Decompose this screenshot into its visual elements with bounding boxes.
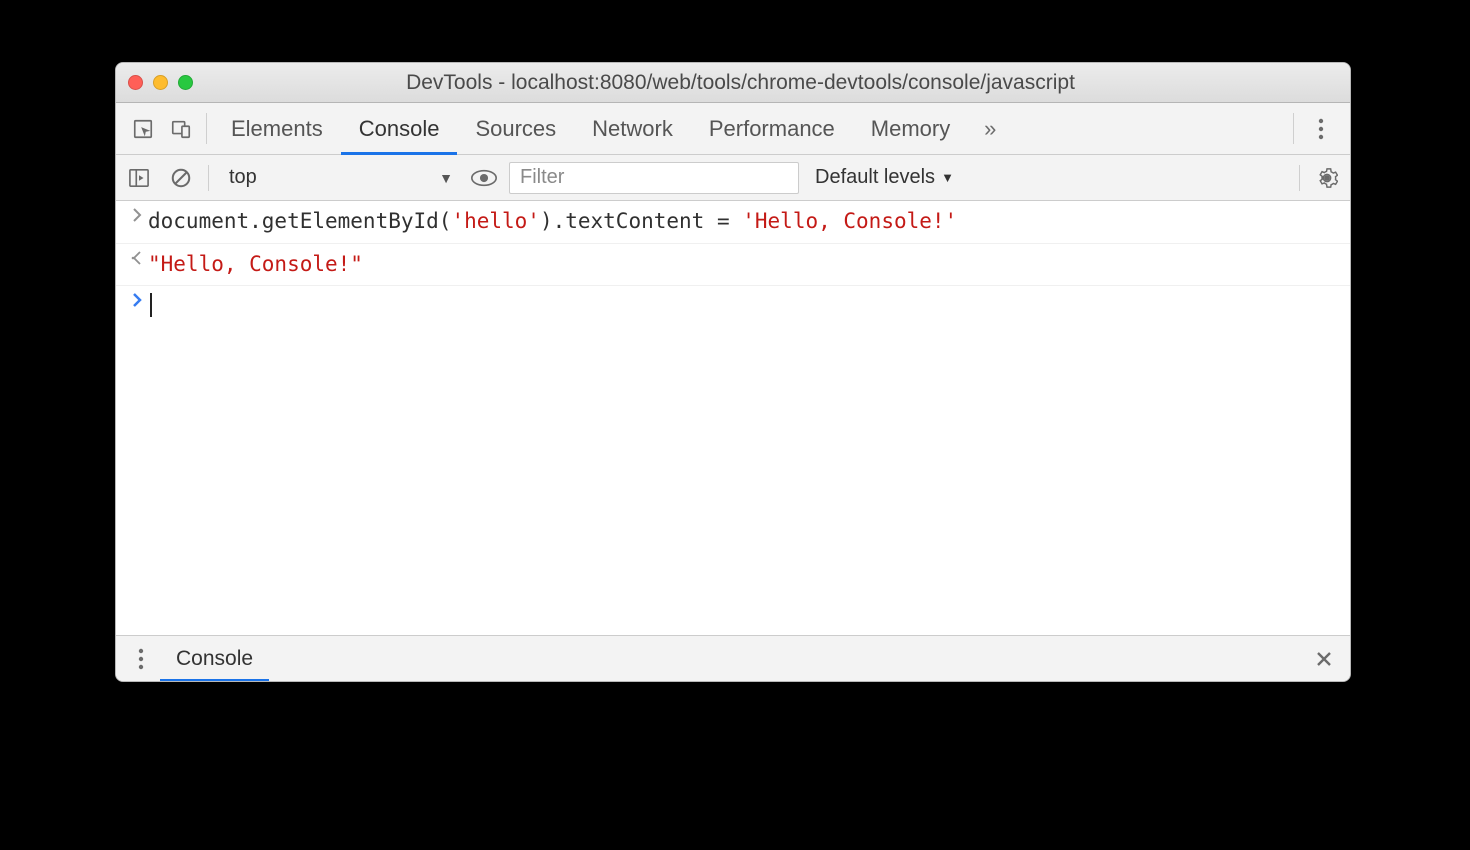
tab-label: Elements xyxy=(231,116,323,142)
tab-network[interactable]: Network xyxy=(574,103,691,154)
tab-console[interactable]: Console xyxy=(341,103,458,154)
window-titlebar: DevTools - localhost:8080/web/tools/chro… xyxy=(116,63,1350,103)
log-levels-selector[interactable]: Default levels ▼ xyxy=(807,166,962,189)
panel-tabs: Elements Console Sources Network Performance… xyxy=(213,103,968,154)
tab-label: Console xyxy=(359,116,440,142)
divider xyxy=(1293,113,1294,144)
divider xyxy=(1299,165,1300,191)
tab-elements[interactable]: Elements xyxy=(213,103,341,154)
line-content: "Hello, Console!" xyxy=(148,248,363,282)
divider xyxy=(208,165,209,191)
text-cursor xyxy=(150,293,152,317)
console-prompt[interactable] xyxy=(116,286,1350,328)
tab-label: Memory xyxy=(871,116,950,142)
inspect-element-icon[interactable] xyxy=(124,103,162,154)
drawer-tab-console[interactable]: Console xyxy=(160,636,269,681)
tab-label: Network xyxy=(592,116,673,142)
toggle-sidebar-icon[interactable] xyxy=(122,161,156,195)
tab-performance[interactable]: Performance xyxy=(691,103,853,154)
main-tabbar: Elements Console Sources Network Performance… xyxy=(116,103,1350,155)
live-expression-icon[interactable] xyxy=(467,161,501,195)
window-title: DevTools - localhost:8080/web/tools/chro… xyxy=(143,71,1338,95)
console-settings-icon[interactable] xyxy=(1310,161,1344,195)
drawer: Console xyxy=(116,635,1350,681)
more-tabs-button[interactable]: » xyxy=(968,103,1012,154)
drawer-tab-label: Console xyxy=(176,647,253,671)
tab-label: Performance xyxy=(709,116,835,142)
tab-memory[interactable]: Memory xyxy=(853,103,968,154)
toggle-device-toolbar-icon[interactable] xyxy=(162,103,200,154)
tab-sources[interactable]: Sources xyxy=(457,103,574,154)
tab-label: Sources xyxy=(475,116,556,142)
filter-input[interactable] xyxy=(509,162,799,194)
chevron-down-icon: ▼ xyxy=(439,170,453,186)
drawer-close-button[interactable] xyxy=(1304,650,1344,668)
devtools-window: DevTools - localhost:8080/web/tools/chro… xyxy=(115,62,1351,682)
levels-label: Default levels xyxy=(815,166,935,189)
context-label: top xyxy=(229,166,257,189)
console-output[interactable]: document.getElementById('hello').textCon… xyxy=(116,201,1350,635)
chevron-right-icon xyxy=(126,205,148,223)
divider xyxy=(206,113,207,144)
clear-console-icon[interactable] xyxy=(164,161,198,195)
chevron-double-right-icon: » xyxy=(984,116,996,142)
window-close-button[interactable] xyxy=(128,75,143,90)
drawer-menu-button[interactable] xyxy=(122,648,160,670)
console-toolbar: top ▼ Default levels ▼ xyxy=(116,155,1350,201)
line-content xyxy=(148,290,152,324)
line-content: document.getElementById('hello').textCon… xyxy=(148,205,957,239)
chevron-down-icon: ▼ xyxy=(941,170,954,185)
console-output-line: "Hello, Console!" xyxy=(116,244,1350,287)
console-input-line: document.getElementById('hello').textCon… xyxy=(116,201,1350,244)
return-value-icon xyxy=(126,248,148,266)
customize-devtools-button[interactable] xyxy=(1300,103,1342,154)
prompt-chevron-icon xyxy=(126,290,148,308)
execution-context-selector[interactable]: top ▼ xyxy=(219,166,459,189)
